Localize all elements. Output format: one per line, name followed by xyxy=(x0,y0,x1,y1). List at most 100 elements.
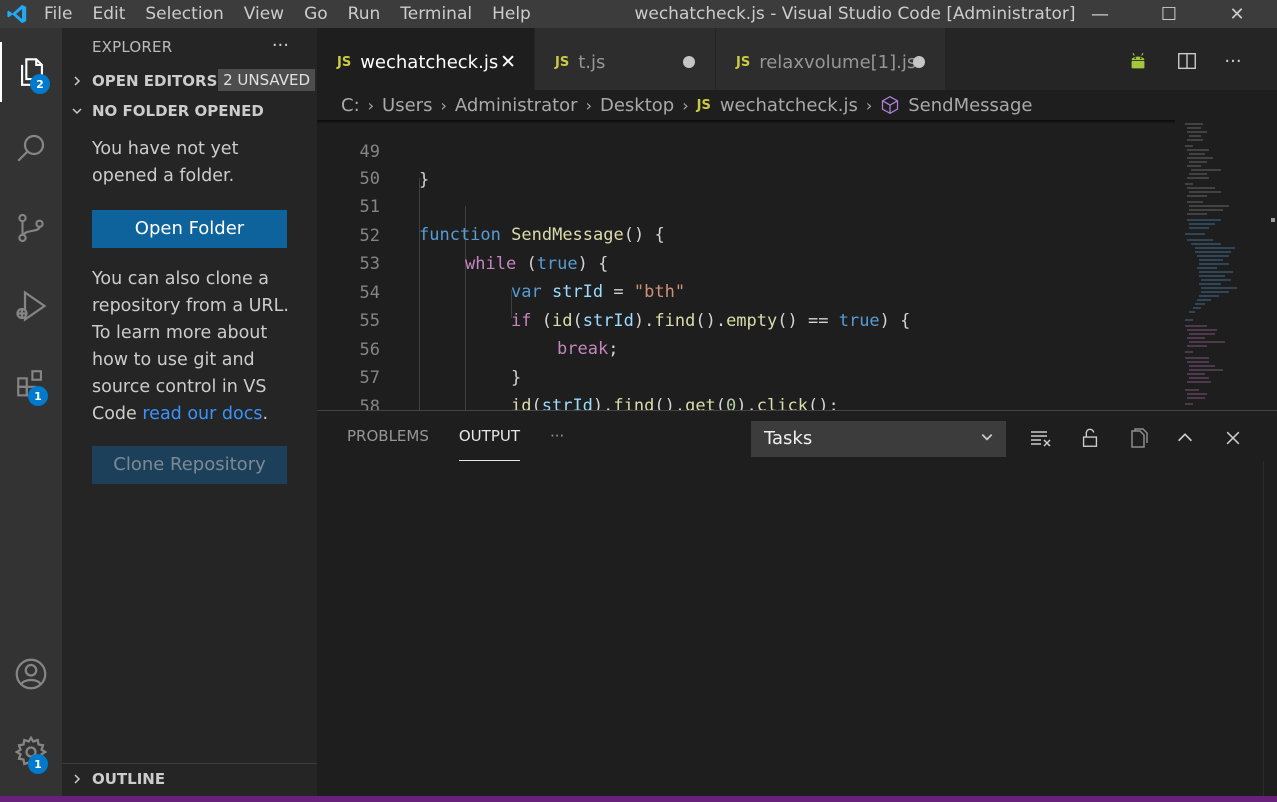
window-title: wechatcheck.js - Visual Studio Code [Adm… xyxy=(634,4,1076,24)
open-folder-button[interactable]: Open Folder xyxy=(92,210,287,248)
breadcrumb-administrator[interactable]: Administrator xyxy=(455,95,578,116)
output-channel-value: Tasks xyxy=(764,428,813,449)
vscode-logo-icon xyxy=(0,0,34,28)
code-line: 52 while (true) { xyxy=(317,194,1177,274)
breadcrumb-file[interactable]: wechatcheck.js xyxy=(720,95,858,116)
tab-wechatcheck[interactable]: JS wechatcheck.js ✕ xyxy=(317,28,535,96)
code-line: 53 var strId = "bth" xyxy=(317,222,1177,302)
js-file-icon: JS xyxy=(337,54,352,70)
manage-activity-button[interactable]: 1 xyxy=(0,722,62,782)
open-log-file-button[interactable] xyxy=(1125,425,1151,451)
explorer-sidebar: EXPLORER ··· OPEN EDITORS 2 UNSAVED NO F… xyxy=(62,28,317,796)
extensions-badge: 1 xyxy=(28,386,48,406)
unlock-icon xyxy=(1082,428,1098,447)
no-folder-section[interactable]: NO FOLDER OPENED xyxy=(62,96,317,126)
menu-view[interactable]: View xyxy=(234,0,294,28)
split-editor-button[interactable] xyxy=(1174,48,1200,74)
code-line: 58 xyxy=(317,365,1177,410)
code-line: 55 break; xyxy=(317,279,1177,359)
open-editors-section[interactable]: OPEN EDITORS 2 UNSAVED xyxy=(62,66,317,96)
close-icon[interactable]: ✕ xyxy=(500,51,516,73)
extensions-activity-button[interactable]: 1 xyxy=(0,354,62,414)
clear-output-button[interactable] xyxy=(1028,425,1054,451)
editor-tab-bar: JS wechatcheck.js ✕ JS t.js JS relaxvolu… xyxy=(317,28,1277,96)
run-debug-activity-button[interactable] xyxy=(0,276,62,336)
close-icon xyxy=(1226,431,1240,445)
menu-bar: File Edit Selection View Go Run Terminal… xyxy=(34,0,541,28)
chevron-right-icon xyxy=(62,75,92,87)
explorer-activity-button[interactable]: 2 xyxy=(0,42,62,102)
menu-run[interactable]: Run xyxy=(338,0,391,28)
menu-edit[interactable]: Edit xyxy=(82,0,135,28)
split-editor-icon xyxy=(1178,52,1196,70)
close-panel-button[interactable] xyxy=(1220,425,1246,451)
open-editors-label: OPEN EDITORS xyxy=(92,72,218,90)
close-window-button[interactable]: ✕ xyxy=(1214,0,1260,28)
clone-repository-button[interactable]: Clone Repository xyxy=(92,446,287,484)
output-channel-select[interactable]: Tasks xyxy=(751,421,1006,457)
code-line: 57 id(strId).find().get(0).click(); xyxy=(317,336,1177,410)
menu-file[interactable]: File xyxy=(34,0,82,28)
unsaved-dot-icon[interactable] xyxy=(683,56,695,68)
explorer-badge: 2 xyxy=(30,74,50,94)
title-bar: File Edit Selection View Go Run Terminal… xyxy=(0,0,1277,28)
no-folder-label: NO FOLDER OPENED xyxy=(92,102,264,120)
tab-output[interactable]: OUTPUT xyxy=(458,411,521,461)
code-editor[interactable]: 49 } 50 51 function SendMessage() { 52 w… xyxy=(317,120,1277,410)
unsaved-dot-icon[interactable] xyxy=(913,56,925,68)
editor-more-actions-button[interactable]: ··· xyxy=(1220,48,1246,74)
panel-more-button[interactable]: ··· xyxy=(550,411,564,461)
chevron-down-icon xyxy=(62,105,92,117)
code-line: 50 xyxy=(317,137,1177,189)
breadcrumb-desktop[interactable]: Desktop xyxy=(600,95,674,116)
no-folder-content: You have not yet opened a folder. Open F… xyxy=(62,126,317,484)
panel-scrollbar[interactable] xyxy=(1263,461,1277,797)
breadcrumb-users[interactable]: Users xyxy=(382,95,432,116)
status-bar xyxy=(0,796,1277,802)
maximize-button[interactable]: ☐ xyxy=(1146,0,1192,28)
minimap[interactable] xyxy=(1175,120,1275,410)
menu-help[interactable]: Help xyxy=(482,0,541,28)
account-icon xyxy=(15,658,47,690)
tab-t-js[interactable]: JS t.js xyxy=(535,28,716,96)
accounts-activity-button[interactable] xyxy=(0,644,62,704)
android-icon[interactable] xyxy=(1125,48,1151,74)
clone-info-period: . xyxy=(262,404,269,424)
outline-label: OUTLINE xyxy=(92,769,166,788)
scroll-shadow xyxy=(317,120,1177,124)
menu-selection[interactable]: Selection xyxy=(135,0,233,28)
minimize-button[interactable]: — xyxy=(1077,0,1123,28)
chevron-right-icon: › xyxy=(865,95,873,115)
source-control-icon xyxy=(18,213,44,243)
breadcrumb-symbol[interactable]: SendMessage xyxy=(908,95,1032,116)
js-file-icon: JS xyxy=(736,54,751,70)
menu-go[interactable]: Go xyxy=(294,0,338,28)
code-line: 51 function SendMessage() { xyxy=(317,165,1177,245)
run-debug-icon xyxy=(16,290,47,322)
read-docs-link[interactable]: read our docs xyxy=(142,404,262,424)
outline-section[interactable]: OUTLINE xyxy=(62,763,317,793)
no-folder-message: You have not yet opened a folder. xyxy=(92,139,239,186)
explorer-more-actions-button[interactable]: ··· xyxy=(272,35,289,56)
tab-label: t.js xyxy=(578,51,606,73)
search-activity-button[interactable] xyxy=(0,118,62,178)
sidebar-header: EXPLORER ··· xyxy=(62,28,317,66)
chevron-right-icon: › xyxy=(440,95,447,115)
chevron-down-icon xyxy=(980,421,994,457)
explorer-title: EXPLORER xyxy=(92,38,173,56)
chevron-right-icon xyxy=(62,773,92,785)
js-file-icon: JS xyxy=(555,54,570,70)
activity-bar: 2 1 1 xyxy=(0,28,62,796)
lock-scroll-button[interactable] xyxy=(1077,425,1103,451)
clone-info-text: You can also clone a repository from a U… xyxy=(92,269,289,424)
menu-terminal[interactable]: Terminal xyxy=(390,0,482,28)
tab-problems[interactable]: PROBLEMS xyxy=(347,411,429,461)
chevron-right-icon: › xyxy=(367,95,375,115)
code-line: 56 } xyxy=(317,308,1177,388)
tab-relaxvolume[interactable]: JS relaxvolume[1].js xyxy=(716,28,946,96)
tab-label: wechatcheck.js xyxy=(360,51,499,73)
source-control-activity-button[interactable] xyxy=(0,198,62,258)
breadcrumb-drive[interactable]: C: xyxy=(341,95,360,116)
clear-all-icon xyxy=(1031,431,1051,447)
maximize-panel-button[interactable] xyxy=(1172,425,1198,451)
